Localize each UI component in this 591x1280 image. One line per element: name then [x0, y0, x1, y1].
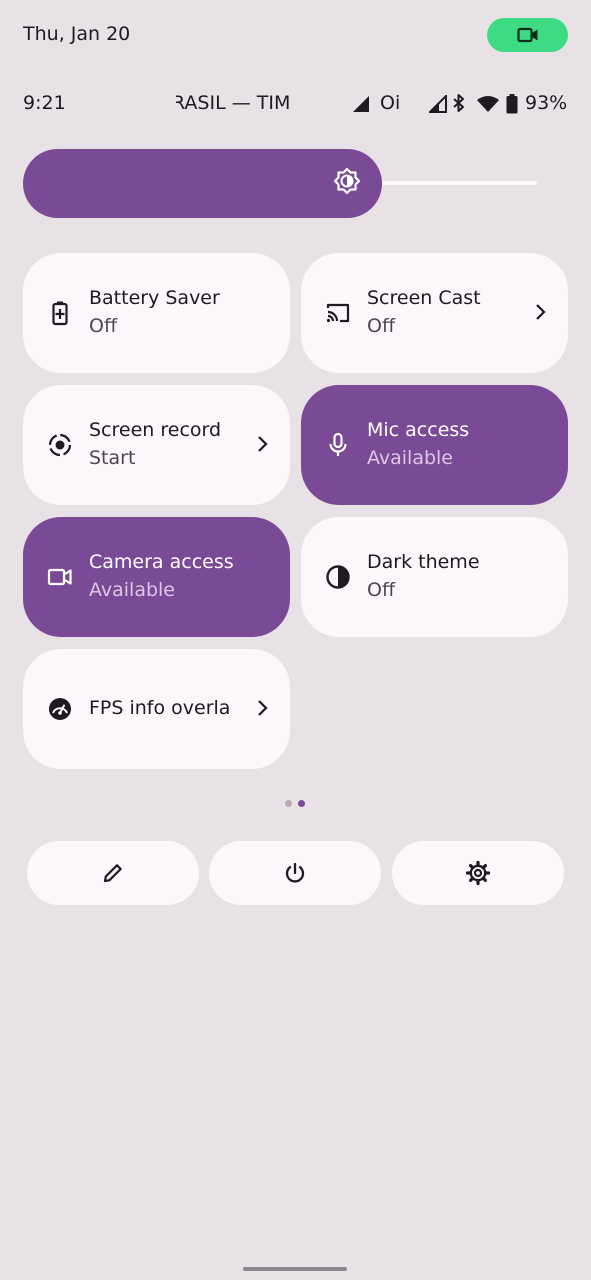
screen-record-icon [48, 433, 72, 457]
tile-subtitle: Available [367, 447, 454, 469]
drag-handle[interactable] [243, 1267, 347, 1271]
bluetooth-icon [453, 94, 464, 112]
signal-icon [429, 95, 447, 113]
camera-icon [47, 568, 72, 586]
brightness-track[interactable] [382, 181, 537, 185]
tile-subtitle: Start [89, 447, 136, 469]
power-button[interactable] [209, 841, 381, 905]
tile-subtitle: Off [89, 315, 118, 337]
cast-icon [326, 303, 350, 323]
chevron-right-icon [258, 436, 268, 452]
brightness-fill[interactable] [23, 149, 382, 218]
tile-dark-theme[interactable]: Dark theme Off [301, 517, 568, 637]
page-dot [285, 800, 292, 807]
settings-button[interactable] [392, 841, 564, 905]
pencil-icon [103, 864, 122, 883]
dark-theme-icon [326, 565, 350, 589]
second-operator-label: Oi [380, 92, 401, 114]
tile-screen-record[interactable]: Screen record Start [23, 385, 290, 505]
status-bar: 9:21 RASIL — TIM Oi 93% [0, 92, 591, 118]
page-indicator [285, 800, 305, 807]
date-label: Thu, Jan 20 [23, 23, 131, 45]
brightness-auto-icon [333, 167, 361, 195]
tile-mic-access[interactable]: Mic access Available [301, 385, 568, 505]
gear-icon [465, 860, 491, 886]
tile-title: Camera access [89, 551, 234, 573]
tile-screen-cast[interactable]: Screen Cast Off [301, 253, 568, 373]
tile-title: Mic access [367, 419, 470, 441]
mic-icon [329, 432, 347, 456]
tile-title: Battery Saver [89, 287, 220, 309]
power-icon [285, 862, 305, 883]
tile-camera-access[interactable]: Camera access Available [23, 517, 290, 637]
tile-subtitle: Available [89, 579, 176, 601]
tile-title: Screen Cast [367, 287, 481, 309]
videocam-icon [516, 27, 537, 43]
status-time: 9:21 [23, 92, 66, 114]
tile-battery-saver[interactable]: Battery Saver Off [23, 253, 290, 373]
tile-title: Screen record [89, 419, 222, 441]
camera-in-use-indicator[interactable] [487, 18, 568, 52]
page-dot-active [298, 800, 305, 807]
battery-icon [506, 94, 518, 114]
tile-fps-info-overlay[interactable]: FPS info overlay [23, 649, 290, 769]
tile-subtitle: Off [367, 579, 396, 601]
chevron-right-icon [536, 304, 546, 320]
chevron-right-icon [258, 700, 268, 716]
wifi-icon [477, 96, 499, 112]
signal-icon [353, 96, 369, 112]
tile-title: Dark theme [367, 551, 480, 573]
tile-title: FPS info overlay [89, 697, 229, 719]
edit-button[interactable] [27, 841, 199, 905]
tile-subtitle: Off [367, 315, 396, 337]
battery-saver-icon [52, 301, 68, 326]
battery-percent: 93% [525, 92, 568, 114]
fps-gauge-icon [49, 698, 71, 720]
carrier-label: RASIL — TIM [176, 92, 291, 114]
